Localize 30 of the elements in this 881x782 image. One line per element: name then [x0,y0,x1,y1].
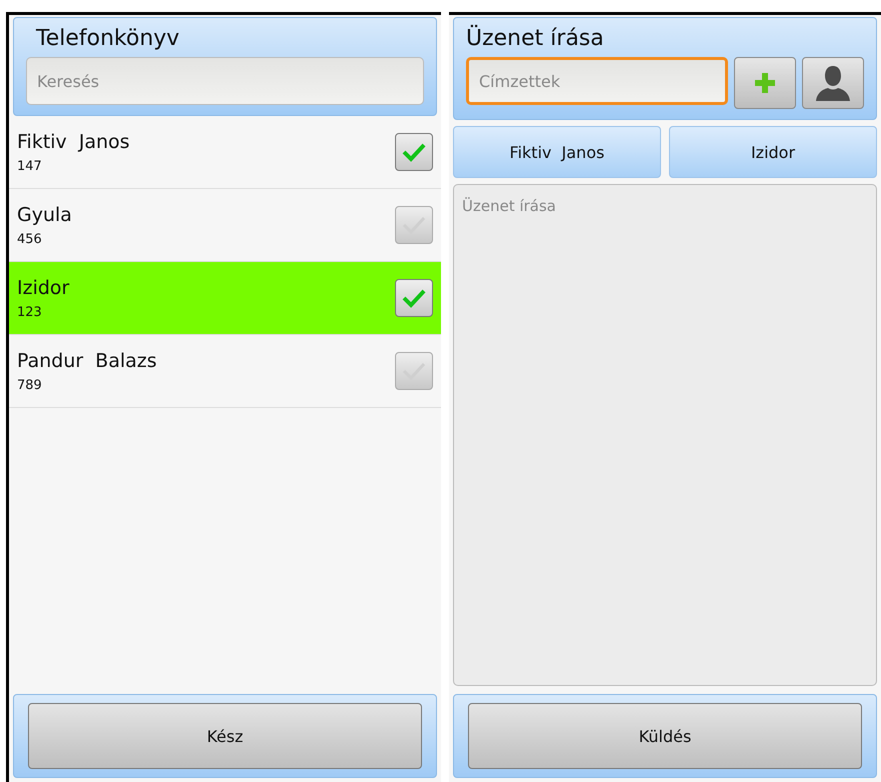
contact-row[interactable]: Fiktiv Janos 147 [9,116,441,189]
recipient-chip[interactable]: Izidor [669,126,877,178]
send-button[interactable]: Küldés [468,703,862,769]
contacts-button[interactable] [802,57,864,109]
check-icon [401,287,427,309]
person-icon [813,63,853,103]
contact-number: 789 [17,378,43,392]
contact-name: Gyula [17,204,73,226]
checkbox[interactable] [395,133,433,171]
contact-row[interactable]: Pandur Balazs 789 [9,335,441,408]
checkbox[interactable] [395,206,433,244]
contact-number: 456 [17,232,43,246]
add-button[interactable] [734,57,796,109]
check-icon [401,141,427,163]
phonebook-title: Telefonkönyv [35,26,180,51]
contact-name: Izidor [17,276,70,298]
checkbox[interactable] [395,352,433,390]
plus-icon [755,73,775,93]
search-field[interactable]: Keresés [26,57,424,105]
contact-number: 147 [17,158,43,174]
message-field[interactable]: Üzenet írása [453,184,877,686]
done-button[interactable]: Kész [28,703,422,769]
recipients-field[interactable]: Címzettek [466,57,728,105]
contact-number: 123 [17,304,43,320]
recipient-chip[interactable]: Fiktiv Janos [453,126,661,178]
contact-name: Pandur Balazs [17,350,158,372]
contact-name: Fiktiv Janos [17,130,131,152]
compose-title: Üzenet írása [466,26,605,51]
checkbox[interactable] [395,279,433,317]
contact-row[interactable]: Izidor 123 [9,262,441,335]
